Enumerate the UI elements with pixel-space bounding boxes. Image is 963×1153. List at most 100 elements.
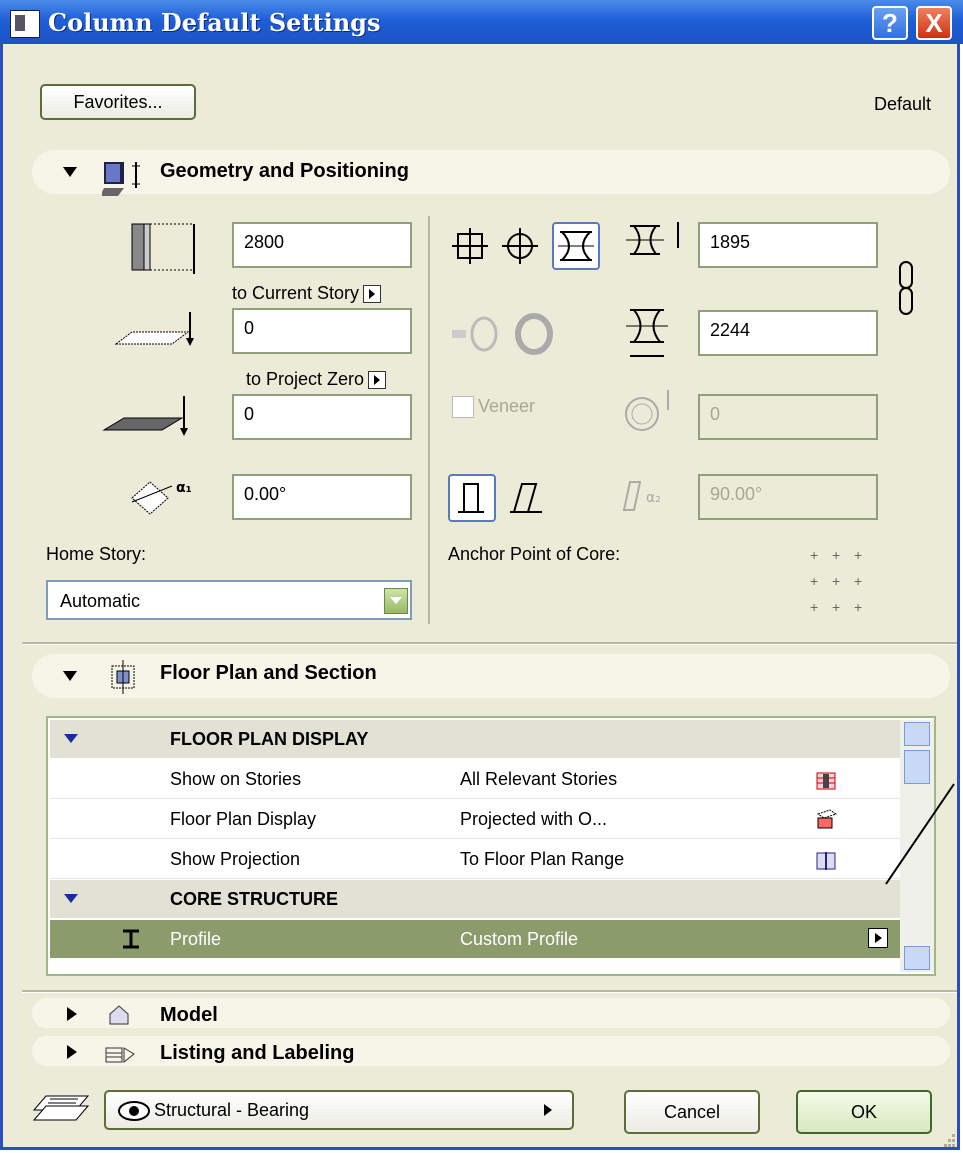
collapse-triangle-icon[interactable]	[64, 894, 78, 903]
width-input[interactable]: 1895	[698, 222, 878, 268]
row-label: Show Projection	[170, 849, 301, 869]
svg-text:+: +	[854, 573, 862, 589]
title-bar[interactable]: Column Default Settings ? X	[0, 0, 963, 44]
slant-angle-input[interactable]: 90.00°	[698, 474, 878, 520]
scroll-down-icon[interactable]	[904, 946, 930, 970]
svg-text:α₁: α₁	[176, 480, 192, 496]
rotation-angle-icon: α₁	[126, 474, 206, 518]
layer-icon	[32, 1095, 90, 1121]
expand-triangle-icon[interactable]	[63, 671, 77, 681]
tree-row-show-on-stories[interactable]: Show on Stories All Relevant Stories	[50, 760, 900, 799]
section-separator	[22, 990, 957, 993]
column-app-icon	[10, 10, 40, 38]
listing-section-title: Listing and Labeling	[160, 1042, 355, 1064]
width-dimension-icon	[626, 220, 692, 260]
listing-icon	[105, 1047, 135, 1064]
tree-row-show-projection[interactable]: Show Projection To Floor Plan Range	[50, 840, 900, 879]
eye-icon	[118, 1101, 150, 1121]
floorplan-section-title: Floor Plan and Section	[160, 662, 377, 684]
home-story-select[interactable]: Automatic	[46, 580, 412, 620]
svg-text:+: +	[832, 547, 840, 563]
anchor-profile-icon[interactable]	[552, 222, 600, 270]
column-height-input[interactable]: 2800	[232, 222, 412, 268]
svg-text:+: +	[810, 599, 818, 615]
to-project-zero-link[interactable]: to Project Zero	[246, 369, 387, 390]
veneer-checkbox[interactable]	[452, 396, 474, 418]
svg-text:+: +	[832, 599, 840, 615]
tree-group-core-structure[interactable]: CORE STRUCTURE	[50, 880, 900, 918]
svg-text:+: +	[810, 547, 818, 563]
expand-triangle-icon[interactable]	[67, 1045, 77, 1059]
projection-icon	[816, 809, 838, 829]
depth-dimension-icon	[626, 304, 682, 362]
row-value: All Relevant Stories	[460, 769, 618, 789]
popup-arrow-icon[interactable]	[363, 285, 382, 304]
vertical-column-icon[interactable]	[448, 474, 496, 522]
home-story-label: Home Story:	[46, 544, 147, 564]
veneer-thickness-input[interactable]: 0	[698, 394, 878, 440]
popup-arrow-icon[interactable]	[368, 371, 387, 390]
bottom-offset-icon	[112, 310, 202, 350]
popup-arrow-icon[interactable]	[544, 1104, 552, 1116]
popup-arrow-icon[interactable]	[868, 928, 888, 948]
svg-text:+: +	[854, 599, 862, 615]
column-height-icon	[128, 220, 204, 276]
geometry-section-title: Geometry and Positioning	[160, 160, 409, 182]
help-button[interactable]: ?	[872, 6, 908, 40]
svg-text:+: +	[832, 573, 840, 589]
tree-group-floor-plan-display[interactable]: FLOOR PLAN DISPLAY	[50, 720, 900, 758]
rotation-angle-input[interactable]: 0.00°	[232, 474, 412, 520]
model-icon	[109, 1005, 129, 1025]
layer-value: Structural - Bearing	[154, 1100, 310, 1120]
row-value: Projected with O...	[460, 809, 608, 829]
veneer-ring-icon	[448, 310, 558, 360]
collapse-triangle-icon[interactable]	[64, 734, 78, 743]
anchor-point-label: Anchor Point of Core:	[448, 544, 621, 564]
home-story-value: Automatic	[60, 591, 141, 611]
layer-select[interactable]: Structural - Bearing	[104, 1090, 574, 1130]
project-zero-offset-input[interactable]: 0	[232, 394, 412, 440]
tree-row-profile[interactable]: Profile Custom Profile	[50, 920, 900, 958]
geometry-icon	[100, 158, 146, 198]
column-divider	[428, 216, 430, 624]
row-value: To Floor Plan Range	[460, 849, 625, 869]
anchor-grid-icon[interactable]: + + + + + + + + +	[806, 546, 872, 616]
veneer-label: Veneer	[478, 396, 536, 416]
slanted-column-icon[interactable]	[504, 474, 552, 522]
row-label: Show on Stories	[170, 769, 302, 789]
floorplan-icon	[106, 660, 140, 694]
ok-button[interactable]: OK	[796, 1090, 932, 1134]
model-section-title: Model	[160, 1004, 218, 1026]
scroll-up-icon[interactable]	[904, 722, 930, 746]
chevron-down-icon[interactable]	[384, 588, 408, 614]
anchor-cross-circle-icon[interactable]	[500, 226, 540, 266]
svg-text:+: +	[854, 547, 862, 563]
expand-triangle-icon[interactable]	[67, 1007, 77, 1021]
group-label: FLOOR PLAN DISPLAY	[170, 729, 369, 749]
resize-grip-icon[interactable]	[936, 1130, 958, 1150]
to-current-story-label: to Current Story	[232, 283, 360, 303]
slant-angle-icon: α₂	[620, 474, 690, 518]
group-label: CORE STRUCTURE	[170, 889, 339, 909]
section-separator	[22, 642, 957, 645]
range-icon	[816, 852, 836, 870]
cancel-button[interactable]: Cancel	[624, 1090, 760, 1134]
project-zero-icon	[102, 392, 202, 440]
to-current-story-link[interactable]: to Current Story	[232, 283, 382, 304]
row-value: Custom Profile	[460, 929, 579, 949]
favorites-button[interactable]: Favorites...	[40, 84, 196, 120]
tree-row-floor-plan-display[interactable]: Floor Plan Display Projected with O...	[50, 800, 900, 839]
anchor-cross-square-icon[interactable]	[450, 226, 490, 266]
stories-icon	[816, 772, 836, 790]
settings-tree-list: FLOOR PLAN DISPLAY Show on Stories All R…	[46, 716, 936, 976]
link-chain-icon[interactable]	[892, 258, 922, 320]
profile-icon	[123, 929, 139, 949]
close-button[interactable]: X	[916, 6, 952, 40]
scroll-thumb[interactable]	[904, 750, 930, 784]
window-title: Column Default Settings	[48, 8, 381, 37]
expand-triangle-icon[interactable]	[63, 167, 77, 177]
row-label: Profile	[170, 929, 222, 949]
bottom-offset-input[interactable]: 0	[232, 308, 412, 354]
depth-input[interactable]: 2244	[698, 310, 878, 356]
callout-line	[885, 783, 955, 885]
